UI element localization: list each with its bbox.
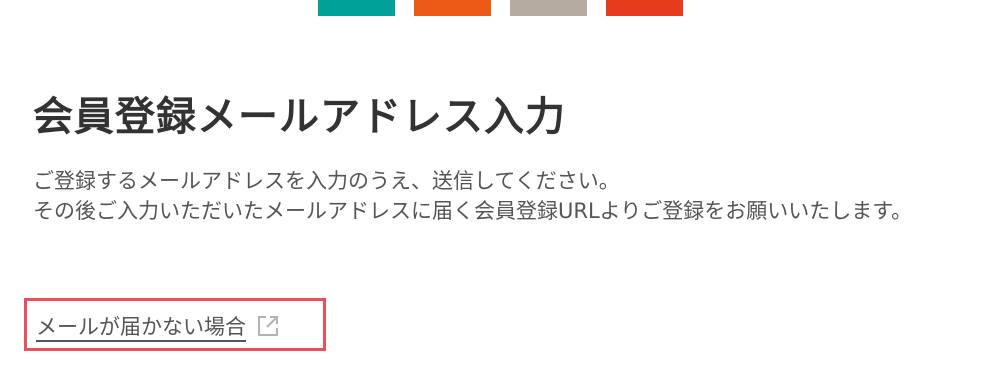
brand-stripe-gray <box>510 0 587 16</box>
brand-stripe-teal <box>318 0 395 16</box>
description-line: ご登録するメールアドレスを入力のうえ、送信してください。 <box>33 169 620 193</box>
brand-stripe-orange <box>414 0 491 16</box>
mail-not-received-link[interactable]: メールが届かない場合 <box>36 311 280 341</box>
mail-not-received-link-label: メールが届かない場合 <box>36 315 246 339</box>
external-link-icon <box>256 314 280 338</box>
page-description: ご登録するメールアドレスを入力のうえ、送信してください。 その後ご入力いただいた… <box>33 166 978 226</box>
brand-stripe-red <box>606 0 683 16</box>
page-title: 会員登録メールアドレス入力 <box>33 94 566 140</box>
brand-color-stripes <box>318 0 683 16</box>
description-line: その後ご入力いただいたメールアドレスに届く会員登録URLよりご登録をお願いいたし… <box>33 199 913 223</box>
page: 会員登録メールアドレス入力 ご登録するメールアドレスを入力のうえ、送信してくださ… <box>0 0 1000 380</box>
highlight-box: メールが届かない場合 <box>24 298 326 351</box>
